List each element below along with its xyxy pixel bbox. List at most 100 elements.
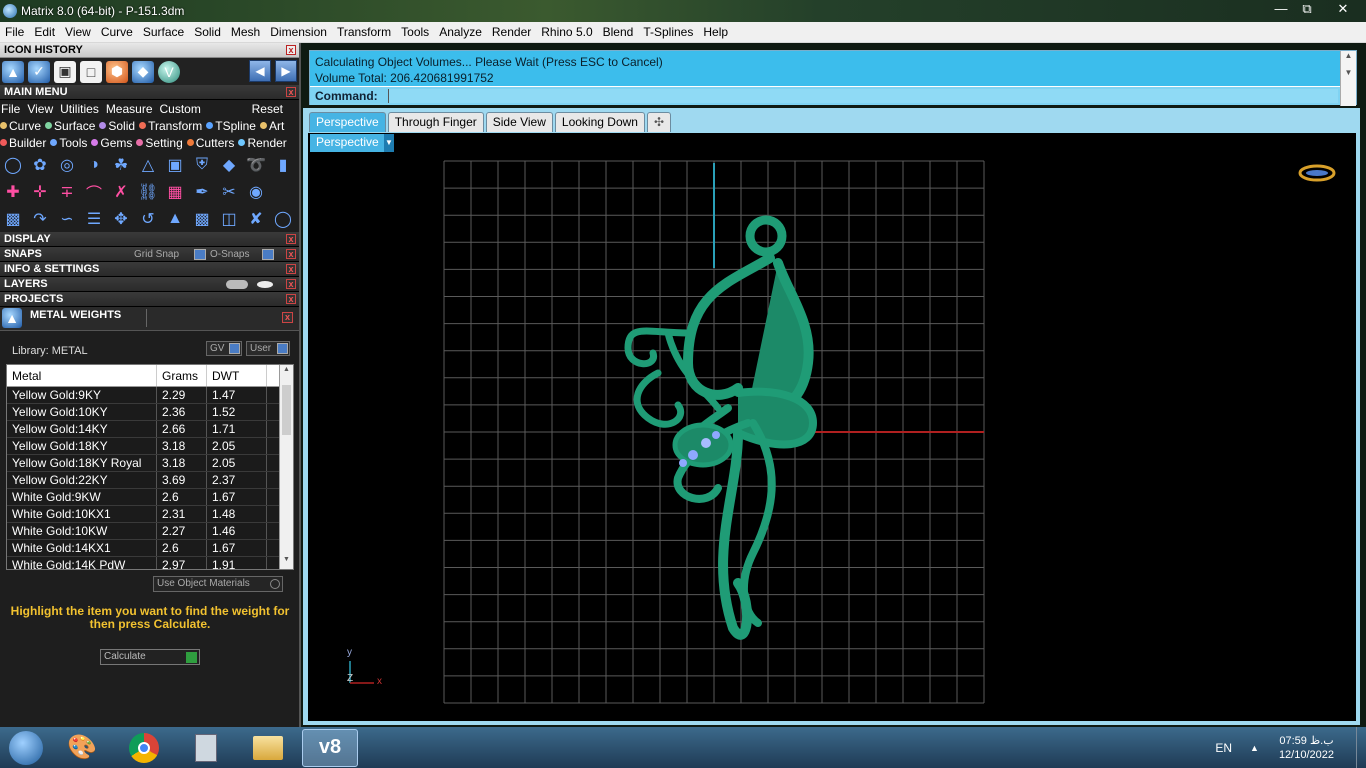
cat-cutters[interactable]: Cutters bbox=[186, 136, 234, 150]
cut-icon[interactable]: ✗ bbox=[110, 181, 132, 203]
mirror-icon[interactable]: ◫ bbox=[218, 208, 240, 230]
toggle-icon[interactable]: ▮ bbox=[272, 154, 294, 176]
add-tab-icon[interactable]: ✣ bbox=[646, 112, 672, 132]
info-settings-header[interactable]: INFO & SETTINGS x bbox=[0, 262, 299, 277]
scroll-down-icon[interactable]: ▼ bbox=[1341, 68, 1356, 77]
minus-plus-icon[interactable]: ∓ bbox=[56, 181, 78, 203]
v8-icon[interactable]: V bbox=[158, 60, 180, 83]
curve-arc-icon[interactable]: ↷ bbox=[29, 208, 51, 230]
shield-icon[interactable]: ⛨ bbox=[191, 154, 213, 176]
menu-edit[interactable]: Edit bbox=[29, 25, 60, 39]
pyramid-icon[interactable]: ▲ bbox=[2, 60, 24, 83]
table-scrollbar[interactable]: ▲ ▼ bbox=[279, 365, 293, 569]
cat-tspline[interactable]: TSpline bbox=[206, 119, 256, 133]
layer-toggle-icon[interactable] bbox=[226, 280, 248, 289]
menu-mesh[interactable]: Mesh bbox=[226, 25, 265, 39]
menu-curve[interactable]: Curve bbox=[96, 25, 138, 39]
tab-side-view[interactable]: Side View bbox=[485, 112, 553, 132]
cat-solid[interactable]: Solid bbox=[99, 119, 135, 133]
close-button[interactable]: ✕ bbox=[1320, 0, 1366, 20]
command-scrollbar[interactable]: ▲ ▼ bbox=[1340, 51, 1356, 106]
menu-solid[interactable]: Solid bbox=[189, 25, 226, 39]
table-row[interactable]: Yellow Gold:9KY 2.29 1.47 bbox=[7, 387, 293, 404]
band-icon[interactable]: ◑ bbox=[83, 154, 105, 176]
checkmark-icon[interactable]: ✓ bbox=[28, 60, 50, 83]
language-indicator[interactable]: EN bbox=[1215, 741, 1232, 755]
perspective-viewport[interactable]: Perspective ▼ y Z x bbox=[308, 133, 1356, 721]
sweep-icon[interactable]: ∽ bbox=[56, 208, 78, 230]
scroll-up-icon[interactable]: ▲ bbox=[1341, 51, 1356, 60]
cat-art[interactable]: Art bbox=[259, 119, 284, 133]
menu-rhino[interactable]: Rhino 5.0 bbox=[536, 25, 597, 39]
table-row[interactable]: White Gold:14K PdW 2.97 1.91 bbox=[7, 557, 293, 569]
move-icon[interactable]: ✥ bbox=[110, 208, 132, 230]
plus-icon[interactable]: ✚ bbox=[2, 181, 24, 203]
close-icon[interactable]: x bbox=[286, 45, 296, 55]
menu-tools[interactable]: Tools bbox=[396, 25, 434, 39]
trim-icon[interactable]: ✘ bbox=[245, 208, 267, 230]
scroll-up-icon[interactable]: ▲ bbox=[280, 366, 293, 378]
snaps-header[interactable]: SNAPS Grid Snap O-Snaps x bbox=[0, 247, 299, 262]
forward-arrow-icon[interactable]: ▶ bbox=[275, 60, 297, 82]
mm-file[interactable]: File bbox=[1, 102, 20, 116]
arc-icon[interactable]: ⌒ bbox=[83, 181, 105, 203]
close-icon[interactable]: x bbox=[286, 294, 296, 304]
scissors-icon[interactable]: ✂ bbox=[218, 181, 240, 203]
table-row[interactable]: Yellow Gold:10KY 2.36 1.52 bbox=[7, 404, 293, 421]
butterfly-pendant-model[interactable] bbox=[624, 215, 817, 640]
tab-through-finger[interactable]: Through Finger bbox=[387, 112, 484, 132]
close-icon[interactable]: x bbox=[286, 234, 296, 244]
pave-icon[interactable]: △ bbox=[137, 154, 159, 176]
close-icon[interactable]: x bbox=[286, 279, 296, 289]
cat-surface[interactable]: Surface bbox=[45, 119, 95, 133]
col-metal[interactable]: Metal bbox=[7, 365, 157, 386]
cat-builder[interactable]: Builder bbox=[0, 136, 46, 150]
spiral-icon[interactable]: ➰ bbox=[245, 154, 267, 176]
puzzle-icon[interactable]: ▦ bbox=[164, 181, 186, 203]
projects-header[interactable]: PROJECTS x bbox=[0, 292, 299, 307]
menu-help[interactable]: Help bbox=[698, 25, 733, 39]
menu-tsplines[interactable]: T-Splines bbox=[638, 25, 698, 39]
table-row[interactable]: White Gold:10KW 2.27 1.46 bbox=[7, 523, 293, 540]
icon-history-header[interactable]: ICON HISTORY x bbox=[0, 43, 299, 58]
bezel-icon[interactable]: ▣ bbox=[164, 154, 186, 176]
taskbar-paint[interactable]: 🎨 bbox=[54, 729, 110, 767]
calculate-button[interactable]: Calculate bbox=[100, 649, 200, 665]
cat-transform[interactable]: Transform bbox=[139, 119, 202, 133]
menu-transform[interactable]: Transform bbox=[332, 25, 396, 39]
layers-header[interactable]: LAYERS x bbox=[0, 277, 299, 292]
gear-ring-icon[interactable]: ✿ bbox=[29, 154, 51, 176]
menu-dimension[interactable]: Dimension bbox=[265, 25, 332, 39]
menu-analyze[interactable]: Analyze bbox=[434, 25, 487, 39]
tray-arrow-icon[interactable]: ▲ bbox=[1250, 743, 1259, 753]
link-icon[interactable]: ⛓ bbox=[137, 181, 159, 203]
taskbar-explorer[interactable] bbox=[240, 729, 296, 767]
cube-icon[interactable]: ⬢ bbox=[106, 60, 128, 83]
ring-icon[interactable]: ◎ bbox=[56, 154, 78, 176]
col-dwt[interactable]: DWT bbox=[207, 365, 267, 386]
user-toggle[interactable]: User bbox=[246, 341, 290, 356]
start-button[interactable] bbox=[4, 729, 48, 767]
cat-setting[interactable]: Setting bbox=[136, 136, 183, 150]
tab-looking-down[interactable]: Looking Down bbox=[554, 112, 645, 132]
cat-curve[interactable]: Curve bbox=[0, 119, 41, 133]
gem-icon[interactable]: ◆ bbox=[218, 154, 240, 176]
minimize-button[interactable]: — bbox=[1268, 0, 1294, 20]
close-icon[interactable]: x bbox=[286, 249, 296, 259]
sphere-icon[interactable]: ◉ bbox=[245, 181, 267, 203]
close-icon[interactable]: x bbox=[286, 87, 296, 97]
scroll-thumb[interactable] bbox=[282, 385, 291, 435]
grid-snap-toggle[interactable] bbox=[194, 249, 206, 260]
clock[interactable]: 07:59 ب.ظ 12/10/2022 bbox=[1279, 734, 1334, 762]
main-menu-header[interactable]: MAIN MENU x bbox=[0, 85, 299, 100]
mm-custom[interactable]: Custom bbox=[160, 102, 201, 116]
back-arrow-icon[interactable]: ◀ bbox=[249, 60, 271, 82]
bars-icon[interactable]: ☰ bbox=[83, 208, 105, 230]
rotate-icon[interactable]: ↺ bbox=[137, 208, 159, 230]
shapes-icon[interactable]: ▣ bbox=[54, 60, 76, 83]
close-icon[interactable]: x bbox=[286, 264, 296, 274]
surface-icon[interactable]: ◆ bbox=[132, 60, 154, 83]
maximize-button[interactable]: ⧉ bbox=[1294, 0, 1320, 20]
taskbar-matrix[interactable]: v8 bbox=[302, 728, 358, 767]
table-row[interactable]: Yellow Gold:14KY 2.66 1.71 bbox=[7, 421, 293, 438]
